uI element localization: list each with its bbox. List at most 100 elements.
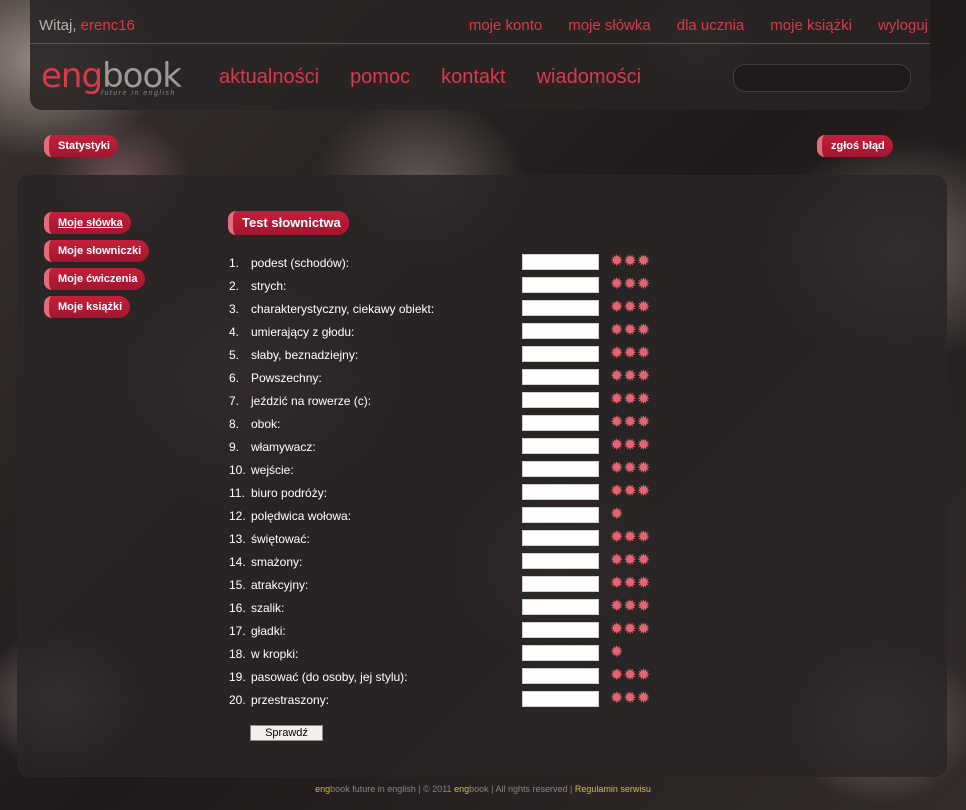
star-icon: ✹ xyxy=(636,299,651,316)
welcome-text: Witaj, erenc16 xyxy=(39,17,135,34)
word-number: 1. xyxy=(229,256,240,270)
word-row: 10. wejście: ✹ ✹ ✹ xyxy=(229,460,669,483)
star-icon: ✹ xyxy=(623,414,637,431)
statistics-button[interactable]: Statystyki xyxy=(44,135,118,157)
link-my-words[interactable]: moje słówka xyxy=(568,17,651,34)
star-icon: ✹ xyxy=(623,598,637,615)
footer-terms-link[interactable]: Regulamin serwisu xyxy=(575,784,651,794)
word-number: 12. xyxy=(229,509,246,523)
star-icon: ✹ xyxy=(610,667,624,684)
word-label: świętować: xyxy=(251,532,310,546)
star-icon: ✹ xyxy=(636,483,651,500)
answer-input[interactable] xyxy=(522,645,599,661)
star-icon: ✹ xyxy=(623,690,637,707)
search-input[interactable] xyxy=(733,64,911,92)
answer-input[interactable] xyxy=(522,668,599,684)
main-nav: aktualności pomoc kontakt wiadomości xyxy=(219,66,672,89)
star-icon: ✹ xyxy=(636,368,651,385)
answer-input[interactable] xyxy=(522,438,599,454)
answer-input[interactable] xyxy=(522,576,599,592)
side-item-my-exercises[interactable]: Moje ćwiczenia xyxy=(44,268,146,290)
side-item-my-dictionaries[interactable]: Moje słowniczki xyxy=(44,240,150,262)
answer-input[interactable] xyxy=(522,599,599,615)
star-icon: ✹ xyxy=(623,391,637,408)
difficulty-stars: ✹ ✹ ✹ xyxy=(610,414,650,431)
content-panel: Moje słówka Moje słowniczki Moje ćwiczen… xyxy=(17,175,947,777)
answer-input[interactable] xyxy=(522,553,599,569)
word-label: słaby, beznadziejny: xyxy=(251,348,359,362)
answer-input[interactable] xyxy=(522,461,599,477)
difficulty-stars: ✹ xyxy=(610,506,623,523)
footer-brand-2: eng xyxy=(454,784,470,794)
report-error-button[interactable]: zgłoś błąd xyxy=(817,135,893,157)
word-number: 10. xyxy=(229,463,246,477)
word-number: 8. xyxy=(229,417,240,431)
answer-input[interactable] xyxy=(522,530,599,546)
difficulty-stars: ✹ ✹ ✹ xyxy=(610,690,650,707)
star-icon: ✹ xyxy=(636,322,651,339)
word-row: 19. pasować (do osoby, jej stylu): ✹ ✹ ✹ xyxy=(229,667,669,690)
answer-input[interactable] xyxy=(522,415,599,431)
answer-input[interactable] xyxy=(522,323,599,339)
word-number: 6. xyxy=(229,371,240,385)
logo-wordmark: engbook xyxy=(41,56,182,96)
word-row: 11. biuro podróży: ✹ ✹ ✹ xyxy=(229,483,669,506)
star-icon: ✹ xyxy=(636,391,651,408)
link-logout[interactable]: wyloguj xyxy=(878,17,928,34)
nav-messages[interactable]: wiadomości xyxy=(537,66,641,89)
engbook-logo[interactable]: engbook future in english xyxy=(41,58,186,102)
difficulty-stars: ✹ ✹ ✹ xyxy=(610,552,650,569)
star-icon: ✹ xyxy=(610,345,624,362)
answer-input[interactable] xyxy=(522,691,599,707)
link-my-books[interactable]: moje książki xyxy=(770,17,852,34)
footer-text-1: book future in english | © 2011 xyxy=(330,784,455,794)
difficulty-stars: ✹ ✹ ✹ xyxy=(610,667,650,684)
answer-input[interactable] xyxy=(522,369,599,385)
answer-input[interactable] xyxy=(522,277,599,293)
word-number: 16. xyxy=(229,601,246,615)
word-number: 15. xyxy=(229,578,246,592)
answer-input[interactable] xyxy=(522,346,599,362)
word-label: strych: xyxy=(251,279,287,293)
word-row: 13. świętować: ✹ ✹ ✹ xyxy=(229,529,669,552)
site-header: Witaj, erenc16 moje konto moje słówka dl… xyxy=(30,0,930,110)
word-label: biuro podróży: xyxy=(251,486,328,500)
star-icon: ✹ xyxy=(636,345,651,362)
difficulty-stars: ✹ ✹ ✹ xyxy=(610,483,650,500)
side-item-my-books[interactable]: Moje książki xyxy=(44,296,131,318)
link-my-account[interactable]: moje konto xyxy=(469,17,542,34)
answer-input[interactable] xyxy=(522,622,599,638)
test-title-tab: Test słownictwa xyxy=(228,211,349,235)
star-icon: ✹ xyxy=(610,368,624,385)
star-icon: ✹ xyxy=(623,368,637,385)
word-row: 8. obok: ✹ ✹ ✹ xyxy=(229,414,669,437)
logo-tagline: future in english xyxy=(101,90,176,97)
star-icon: ✹ xyxy=(636,529,651,546)
difficulty-stars: ✹ ✹ ✹ xyxy=(610,621,650,638)
nav-help[interactable]: pomoc xyxy=(350,66,410,89)
check-button[interactable]: Sprawdź xyxy=(250,725,323,741)
word-row: 5. słaby, beznadziejny: ✹ ✹ ✹ xyxy=(229,345,669,368)
star-icon: ✹ xyxy=(623,552,637,569)
answer-input[interactable] xyxy=(522,484,599,500)
side-item-my-words[interactable]: Moje słówka xyxy=(44,212,131,234)
nav-contact[interactable]: kontakt xyxy=(441,66,505,89)
answer-input[interactable] xyxy=(522,254,599,270)
answer-input[interactable] xyxy=(522,300,599,316)
word-number: 11. xyxy=(229,486,245,500)
star-icon: ✹ xyxy=(636,253,651,270)
word-number: 4. xyxy=(229,325,240,339)
difficulty-stars: ✹ ✹ ✹ xyxy=(610,529,650,546)
star-icon: ✹ xyxy=(636,598,651,615)
username-link[interactable]: erenc16 xyxy=(81,17,135,34)
link-for-student[interactable]: dla ucznia xyxy=(677,17,745,34)
answer-input[interactable] xyxy=(522,392,599,408)
answer-input[interactable] xyxy=(522,507,599,523)
nav-news[interactable]: aktualności xyxy=(219,66,319,89)
star-icon: ✹ xyxy=(610,437,624,454)
word-row: 3. charakterystyczny, ciekawy obiekt: ✹ ✹ ✹ xyxy=(229,299,669,322)
difficulty-stars: ✹ xyxy=(610,644,623,661)
word-label: w kropki: xyxy=(251,647,299,661)
word-number: 13. xyxy=(229,532,246,546)
word-number: 20. xyxy=(229,693,246,707)
